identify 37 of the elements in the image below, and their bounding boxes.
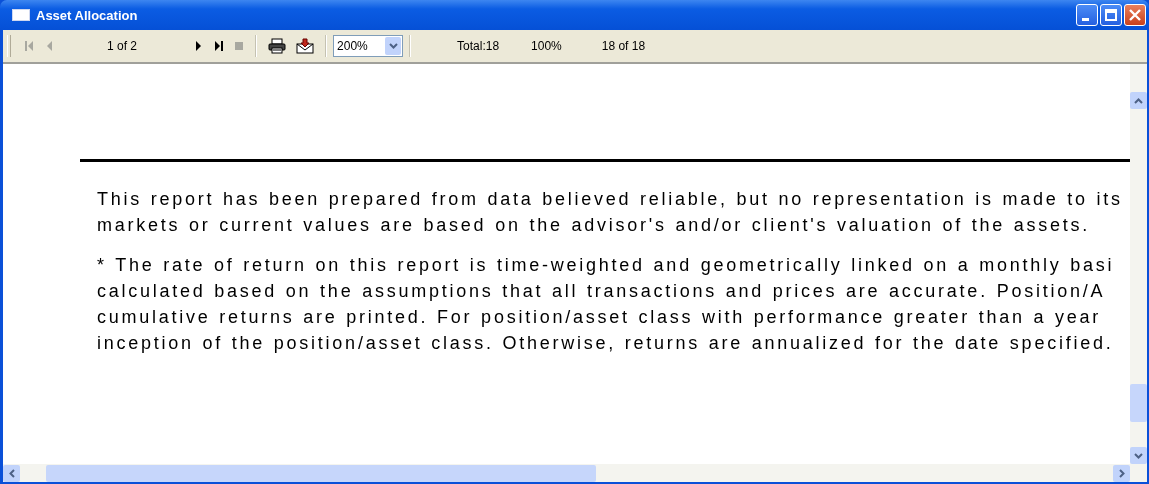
vertical-scrollbar[interactable] — [1130, 64, 1147, 464]
total-count: Total:18 — [457, 39, 500, 53]
report-text-line: cumulative returns are printed. For position/asset class with performance greater than a year — [97, 306, 1103, 329]
scroll-thumb[interactable] — [46, 464, 596, 482]
close-button[interactable] — [1124, 4, 1146, 26]
zoom-dropdown[interactable]: 200% — [333, 35, 404, 57]
chevron-left-icon — [8, 468, 15, 478]
horizontal-scrollbar[interactable] — [3, 464, 1147, 482]
scroll-thumb[interactable] — [1130, 384, 1147, 422]
printer-icon — [268, 38, 287, 54]
minimize-button[interactable] — [1076, 4, 1098, 26]
skip-end-icon — [214, 40, 225, 52]
zoom-percent: 100% — [531, 39, 562, 53]
report-text-line: * The rate of return on this report is time-weighted and geometrically linked on a monthly basi — [97, 254, 1116, 277]
maximize-icon — [1105, 9, 1117, 21]
report-text-line: inception of the position/asset class. Otherwise, returns are annualized for the date specified. — [97, 332, 1115, 355]
stop-icon — [234, 40, 245, 52]
maximize-button[interactable] — [1100, 4, 1122, 26]
window-icon — [12, 9, 30, 21]
chevron-right-icon — [1118, 468, 1125, 478]
window-title: Asset Allocation — [36, 7, 139, 23]
chevron-down-icon — [1134, 452, 1143, 459]
skip-start-icon — [24, 40, 34, 52]
chevron-up-icon — [1134, 97, 1143, 104]
report-text-line: This report has been prepared from data believed reliable, but no representation is made to its — [97, 188, 1124, 211]
scroll-right-button[interactable] — [1113, 464, 1130, 482]
record-count: 18 of 18 — [601, 39, 646, 53]
report-text-line: calculated based on the assumptions that all transactions and prices are accurate. Position/A — [97, 280, 1107, 303]
page-indicator: 1 of 2 — [107, 39, 138, 53]
chevron-down-icon — [388, 43, 398, 49]
close-icon — [1129, 9, 1141, 21]
scroll-left-button[interactable] — [3, 464, 20, 482]
envelope-arrow-icon — [296, 38, 315, 54]
report-text-line: markets or current values are based on the advisor's and/or client's valuation of the assets. — [97, 214, 1091, 237]
minimize-icon — [1081, 17, 1089, 21]
scroll-down-button[interactable] — [1130, 447, 1147, 464]
scroll-up-button[interactable] — [1130, 92, 1147, 109]
